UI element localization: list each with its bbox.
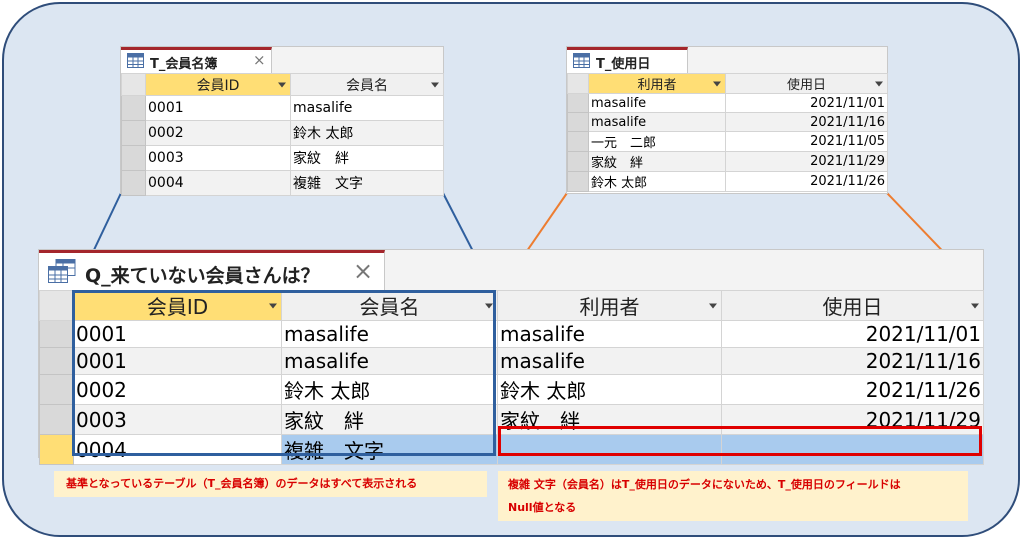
column-header-user[interactable]: 利用者	[588, 73, 726, 94]
table-cell[interactable]: 鈴木 太郎	[588, 171, 726, 192]
table-cell[interactable]: 家紋 絆	[290, 145, 444, 171]
tab-query[interactable]: Q_来ていない会員さんは？ ×	[39, 250, 385, 291]
row-selector[interactable]	[567, 131, 589, 152]
close-icon[interactable]: ×	[353, 257, 373, 285]
row-selector[interactable]	[39, 404, 74, 435]
members-datasheet: 会員ID 会員名 0001 masalife 0002 鈴木 太郎 0003 家紋 絆 00…	[121, 73, 444, 196]
table-cell[interactable]: 鈴木 太郎	[290, 120, 444, 146]
table-row[interactable]: 0002 鈴木 太郎	[121, 120, 444, 146]
table-row[interactable]: 0004 複雑 文字	[121, 170, 444, 196]
table-cell[interactable]: 2021/11/26	[725, 171, 888, 192]
query-tab-bar: Q_来ていない会員さんは？ ×	[39, 250, 983, 291]
table-cell[interactable]: masalife	[497, 347, 722, 375]
row-selector[interactable]	[39, 320, 74, 348]
usage-table-window: T_使用日 利用者 使用日 masalife 2021/11/01 masalife…	[566, 46, 888, 194]
table-row[interactable]: 家紋 絆 2021/11/29	[567, 151, 888, 172]
close-icon[interactable]: ×	[253, 51, 266, 69]
table-cell[interactable]: 鈴木 太郎	[497, 374, 722, 405]
table-row[interactable]: 0003 家紋 絆	[121, 145, 444, 171]
row-selector[interactable]	[121, 145, 146, 171]
table-cell[interactable]: 2021/11/26	[721, 374, 984, 405]
table-cell[interactable]: masalife	[290, 95, 444, 121]
tab-usage-table[interactable]: T_使用日	[567, 47, 688, 74]
table-cell[interactable]: 2021/11/01	[725, 93, 888, 113]
dropdown-arrow-icon[interactable]	[431, 82, 439, 87]
note-right-line1: 複雑 文字（会員名）はT_使用日のデータにないため、T_使用日のフィールドは	[508, 478, 901, 491]
row-selector[interactable]	[121, 120, 146, 146]
table-row[interactable]: 鈴木 太郎 2021/11/26	[567, 171, 888, 192]
table-cell[interactable]: masalife	[588, 112, 726, 132]
row-selector[interactable]	[39, 374, 74, 405]
column-header-label: 使用日	[786, 78, 826, 93]
members-tab-bar: T_会員名簿 ×	[121, 47, 443, 74]
column-header-label: 利用者	[579, 295, 640, 319]
column-header-member-id[interactable]: 会員ID	[145, 73, 291, 96]
table-cell[interactable]: masalife	[588, 93, 726, 113]
table-cell[interactable]: 2021/11/16	[721, 347, 984, 375]
table-icon	[127, 53, 144, 72]
table-cell[interactable]: 2021/11/16	[725, 112, 888, 132]
column-header-label: 使用日	[822, 295, 883, 319]
table-cell[interactable]: 複雑 文字	[290, 170, 444, 196]
row-selector-corner[interactable]	[121, 73, 146, 96]
note-left: 基準となっているテーブル（T_会員名簿）のデータはすべて表示される	[54, 471, 487, 497]
dropdown-arrow-icon[interactable]	[971, 303, 979, 308]
dropdown-arrow-icon[interactable]	[278, 82, 286, 87]
row-selector[interactable]	[39, 434, 74, 465]
note-right: 複雑 文字（会員名）はT_使用日のデータにないため、T_使用日のフィールドは N…	[498, 471, 968, 521]
table-cell[interactable]: 0004	[145, 170, 291, 196]
table-cell[interactable]: 0002	[145, 120, 291, 146]
query-icon	[48, 259, 76, 287]
members-tab-title: T_会員名簿	[150, 57, 218, 72]
row-selector-corner[interactable]	[567, 73, 589, 94]
column-header-label: 利用者	[637, 78, 677, 93]
row-selector[interactable]	[121, 95, 146, 121]
table-cell[interactable]: 家紋 絆	[588, 151, 726, 172]
table-row[interactable]: 0001 masalife	[121, 95, 444, 121]
table-cell[interactable]: 0001	[145, 95, 291, 121]
dropdown-arrow-icon[interactable]	[713, 81, 721, 86]
row-selector[interactable]	[121, 170, 146, 196]
tab-members-table[interactable]: T_会員名簿 ×	[121, 47, 272, 74]
table-cell[interactable]: 2021/11/01	[721, 320, 984, 348]
table-row[interactable]: 一元 二郎 2021/11/05	[567, 131, 888, 152]
row-selector[interactable]	[567, 112, 589, 132]
table-cell[interactable]: 2021/11/29	[725, 151, 888, 172]
usage-tab-bar: T_使用日	[567, 47, 887, 74]
column-header-label: 会員ID	[196, 77, 240, 94]
table-icon	[573, 53, 590, 72]
usage-datasheet: 利用者 使用日 masalife 2021/11/01 masalife 2021/1…	[567, 73, 888, 192]
table-cell[interactable]: 2021/11/05	[725, 131, 888, 152]
column-header-usage-date[interactable]: 使用日	[725, 73, 888, 94]
column-header-user[interactable]: 利用者	[497, 290, 722, 321]
usage-tab-title: T_使用日	[596, 57, 651, 72]
table-cell[interactable]: 0003	[145, 145, 291, 171]
column-header-usage-date[interactable]: 使用日	[721, 290, 984, 321]
table-cell[interactable]: 一元 二郎	[588, 131, 726, 152]
row-selector[interactable]	[567, 93, 589, 113]
table-row[interactable]: masalife 2021/11/16	[567, 112, 888, 132]
row-selector[interactable]	[39, 347, 74, 375]
base-table-highlight-box	[72, 290, 496, 456]
dropdown-arrow-icon[interactable]	[709, 303, 717, 308]
table-row[interactable]: masalife 2021/11/01	[567, 93, 888, 113]
row-selector[interactable]	[567, 151, 589, 172]
note-left-text: 基準となっているテーブル（T_会員名簿）のデータはすべて表示される	[66, 477, 418, 490]
table-cell[interactable]: masalife	[497, 320, 722, 348]
note-right-line2: Null値となる	[508, 501, 577, 514]
row-selector[interactable]	[567, 171, 589, 192]
row-selector-corner[interactable]	[39, 290, 74, 321]
query-tab-title: Q_来ていない会員さんは？	[85, 265, 320, 287]
dropdown-arrow-icon[interactable]	[875, 81, 883, 86]
column-header-member-name[interactable]: 会員名	[290, 73, 444, 96]
members-table-window: T_会員名簿 × 会員ID 会員名 0001 masalife 0002 鈴木 太郎 0…	[120, 46, 444, 196]
null-row-highlight-box	[498, 426, 982, 456]
column-header-label: 会員名	[346, 77, 388, 94]
